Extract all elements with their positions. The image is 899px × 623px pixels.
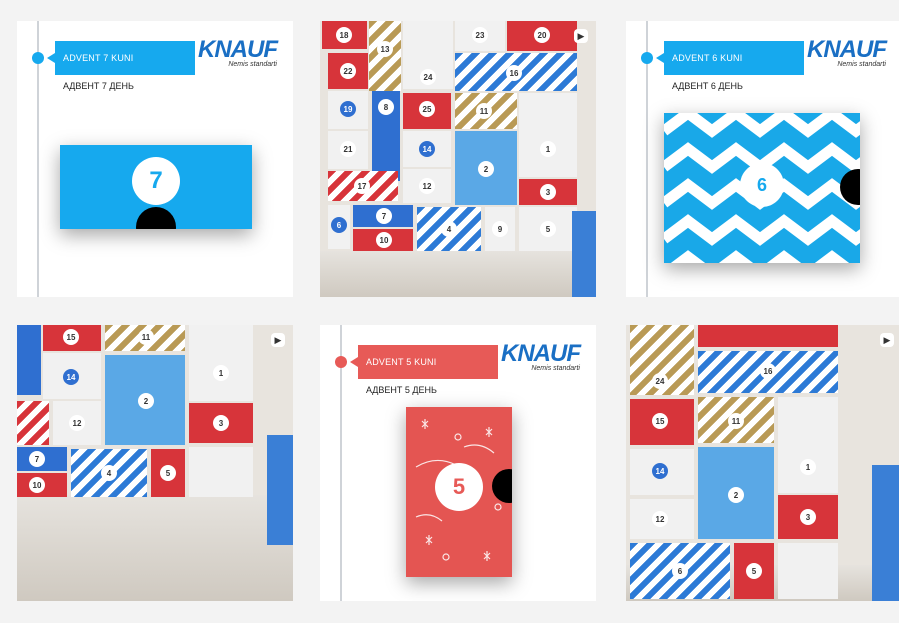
day-number: 5 bbox=[435, 463, 483, 511]
drawer-number: 10 bbox=[29, 477, 45, 493]
drawer bbox=[698, 325, 838, 347]
drawer-number: 14 bbox=[63, 369, 79, 385]
drawer-number: 1 bbox=[800, 459, 816, 475]
drawer-number: 18 bbox=[336, 27, 352, 43]
drawer-number: 25 bbox=[419, 101, 435, 117]
drawer-number: 12 bbox=[69, 415, 85, 431]
drawer-number: 5 bbox=[746, 563, 762, 579]
drawer-number: 22 bbox=[340, 63, 356, 79]
floor bbox=[320, 251, 596, 297]
drawer-number: 2 bbox=[478, 161, 494, 177]
blue-box bbox=[267, 435, 293, 545]
ornament-shape bbox=[136, 207, 176, 229]
drawer-number: 7 bbox=[376, 208, 392, 224]
drawer-number: 4 bbox=[101, 465, 117, 481]
post-advent-5[interactable]: ADVENT 5 KUNI АДВЕНТ 5 ДЕНЬ KNAUF Nemis … bbox=[320, 325, 596, 601]
drawer bbox=[17, 401, 49, 445]
advent-banner: ADVENT 5 KUNI bbox=[350, 345, 498, 379]
drawer-tree bbox=[519, 93, 577, 177]
drawer-number: 15 bbox=[63, 329, 79, 345]
drawer-number: 7 bbox=[29, 451, 45, 467]
drawer-number: 14 bbox=[419, 141, 435, 157]
advent-banner: ADVENT 7 KUNI bbox=[47, 41, 195, 75]
drawer-number: 1 bbox=[540, 141, 556, 157]
drawer-number: 5 bbox=[540, 221, 556, 237]
post-photo-calendar-right[interactable]: 24 16 15 11 1 14 2 12 3 6 5 ▶ bbox=[626, 325, 899, 601]
drawer-number: 10 bbox=[376, 232, 392, 248]
drawer-number: 21 bbox=[340, 141, 356, 157]
day-card: 6 bbox=[664, 113, 860, 263]
drawer-number: 23 bbox=[472, 27, 488, 43]
drawer-number: 3 bbox=[540, 184, 556, 200]
drawer-number: 12 bbox=[652, 511, 668, 527]
drawer-number: 14 bbox=[652, 463, 668, 479]
post-photo-calendar[interactable]: 18 13 23 20 22 24 16 19 8 25 21 11 1 14 … bbox=[320, 21, 596, 297]
post-advent-7[interactable]: ADVENT 7 KUNI АДВЕНТ 7 ДЕНЬ KNAUF Nemis … bbox=[17, 21, 293, 297]
blue-box bbox=[572, 211, 596, 297]
timeline-dot bbox=[32, 52, 44, 64]
floor bbox=[17, 495, 293, 601]
drawer-number: 3 bbox=[213, 415, 229, 431]
video-icon: ▶ bbox=[880, 333, 894, 347]
post-advent-6[interactable]: ADVENT 6 KUNI АДВЕНТ 6 ДЕНЬ KNAUF Nemis … bbox=[626, 21, 899, 297]
logo-wordmark: KNAUF bbox=[198, 36, 278, 63]
drawer-number: 2 bbox=[728, 487, 744, 503]
drawer-number: 8 bbox=[378, 99, 394, 115]
drawer-number: 16 bbox=[760, 363, 776, 379]
drawer-number: 9 bbox=[492, 221, 508, 237]
drawer bbox=[17, 325, 41, 395]
drawer-number: 17 bbox=[354, 178, 370, 194]
drawer-number: 16 bbox=[506, 65, 522, 81]
day-number: 7 bbox=[132, 157, 180, 205]
blue-box bbox=[872, 465, 899, 601]
knauf-logo: KNAUF Nemis standarti bbox=[501, 340, 581, 373]
drawer-number: 3 bbox=[800, 509, 816, 525]
logo-wordmark: KNAUF bbox=[807, 36, 887, 63]
advent-subtitle: АДВЕНТ 5 ДЕНЬ bbox=[366, 385, 437, 395]
drawer-number: 6 bbox=[672, 563, 688, 579]
drawer-tree bbox=[778, 397, 838, 493]
video-icon: ▶ bbox=[271, 333, 285, 347]
video-icon: ▶ bbox=[574, 29, 588, 43]
drawer-number: 2 bbox=[138, 393, 154, 409]
drawer-number: 6 bbox=[331, 217, 347, 233]
drawer-number: 12 bbox=[419, 178, 435, 194]
drawer-number: 5 bbox=[160, 465, 176, 481]
day-card: 5 bbox=[406, 407, 512, 577]
drawer-number: 24 bbox=[652, 373, 668, 389]
drawer-ornaments bbox=[778, 543, 838, 599]
timeline-dot bbox=[641, 52, 653, 64]
drawer-number: 11 bbox=[138, 329, 154, 345]
drawer-number: 11 bbox=[728, 413, 744, 429]
drawer-number: 13 bbox=[377, 41, 393, 57]
knauf-logo: KNAUF Nemis standarti bbox=[198, 36, 278, 69]
drawer-number: 19 bbox=[340, 101, 356, 117]
advent-subtitle: АДВЕНТ 7 ДЕНЬ bbox=[63, 81, 134, 91]
drawer-number: 24 bbox=[420, 69, 436, 85]
drawer-tree bbox=[189, 325, 253, 401]
advent-subtitle: АДВЕНТ 6 ДЕНЬ bbox=[672, 81, 743, 91]
advent-banner: ADVENT 6 KUNI bbox=[656, 41, 804, 75]
day-number: 6 bbox=[740, 163, 784, 207]
instagram-post-grid: ADVENT 7 KUNI АДВЕНТ 7 ДЕНЬ KNAUF Nemis … bbox=[0, 0, 899, 623]
knauf-logo: KNAUF Nemis standarti bbox=[807, 36, 887, 69]
drawer-number: 1 bbox=[213, 365, 229, 381]
drawer-number: 4 bbox=[441, 221, 457, 237]
drawer-ornaments bbox=[189, 447, 253, 497]
post-photo-closeup[interactable]: 15 11 14 1 2 12 3 7 10 4 5 ▶ bbox=[17, 325, 293, 601]
drawer-number: 15 bbox=[652, 413, 668, 429]
day-card: 7 bbox=[60, 145, 252, 229]
drawer-number: 20 bbox=[534, 27, 550, 43]
logo-wordmark: KNAUF bbox=[501, 340, 581, 367]
timeline-dot bbox=[335, 356, 347, 368]
drawer-number: 11 bbox=[476, 103, 492, 119]
